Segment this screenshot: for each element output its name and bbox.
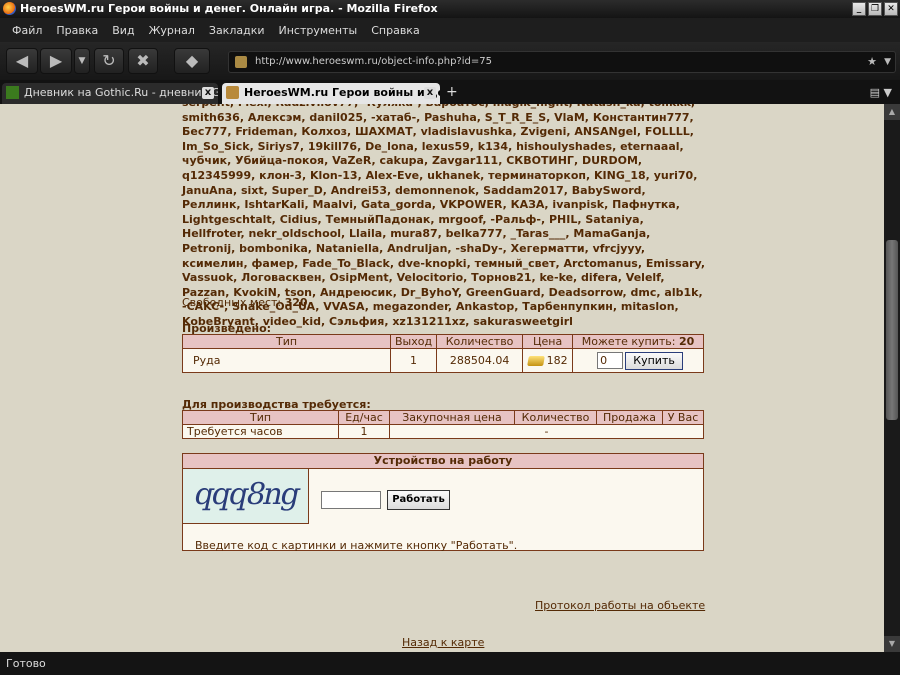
- tab-bar: Дневник на Gothic.Ru - дневник Ghost... …: [0, 80, 900, 104]
- job-title: Устройство на работу: [183, 454, 703, 469]
- arrow-left-icon: ◀: [15, 51, 29, 70]
- bookmark-star-icon[interactable]: ★: [867, 52, 877, 72]
- column-header: У Вас: [662, 410, 704, 425]
- back-button[interactable]: ◀: [6, 48, 38, 74]
- requirement-rest: -: [389, 424, 704, 439]
- home-button[interactable]: ◆: [174, 48, 210, 74]
- new-tab-button[interactable]: +: [446, 84, 458, 100]
- gold-icon: [526, 356, 545, 366]
- price-cell: 182: [522, 348, 574, 373]
- close-tab-icon[interactable]: x: [424, 87, 436, 99]
- captcha-code-input[interactable]: [321, 491, 381, 509]
- column-header: Тип: [182, 334, 391, 349]
- menu-history[interactable]: Журнал: [149, 24, 195, 37]
- free-places-value: 320: [284, 296, 308, 309]
- window-title: HeroesWM.ru Герои войны и денег. Онлайн …: [20, 2, 438, 15]
- gothic-favicon-icon: [6, 86, 19, 99]
- tab-label: Дневник на Gothic.Ru - дневник Ghost...: [24, 86, 218, 99]
- buy-quantity-input[interactable]: 0: [597, 352, 624, 369]
- job-hint: Введите код с картинки и нажмите кнопку …: [195, 539, 518, 552]
- work-button[interactable]: Работать: [387, 490, 450, 510]
- close-tab-icon[interactable]: x: [202, 87, 214, 99]
- tab-list-button[interactable]: ▤ ▼: [870, 86, 892, 99]
- resource-type: Руда: [182, 348, 391, 373]
- column-header: Продажа: [596, 410, 663, 425]
- table-row: Руда 1 288504.04 182 0 Купить: [182, 348, 704, 373]
- scroll-up-icon[interactable]: ▲: [884, 104, 900, 120]
- status-bar: Готово: [0, 652, 900, 675]
- price-value: 182: [546, 354, 568, 367]
- captcha-text: qqq8ng: [191, 477, 302, 512]
- can-buy-value: 20: [678, 335, 695, 348]
- produced-table: Тип Выход Количество Цена Можете купить:…: [182, 334, 704, 373]
- url-dropdown-icon[interactable]: ▼: [884, 52, 891, 72]
- column-header: Закупочная цена: [389, 410, 515, 425]
- column-header: Тип: [182, 410, 339, 425]
- tab-gothic[interactable]: Дневник на Gothic.Ru - дневник Ghost... …: [2, 83, 218, 104]
- maximize-button[interactable]: ❐: [868, 2, 882, 16]
- menu-help[interactable]: Справка: [371, 24, 419, 37]
- required-table: Тип Ед/час Закупочная цена Количество Пр…: [182, 410, 704, 439]
- site-favicon-icon: [235, 56, 247, 68]
- quantity-value: 288504.04: [436, 348, 524, 373]
- vertical-scrollbar[interactable]: ▲ ▼: [884, 104, 900, 652]
- job-panel: Устройство на работу qqq8ng Работать Вве…: [182, 453, 704, 552]
- requirement-type: Требуется часов: [182, 424, 339, 439]
- home-icon: ◆: [185, 51, 199, 70]
- tab-heroeswm[interactable]: HeroesWM.ru Герои войны и де... x: [222, 83, 440, 104]
- column-header: Количество: [436, 334, 524, 349]
- captcha-image: qqq8ng: [183, 469, 309, 524]
- menu-file[interactable]: Файл: [12, 24, 42, 37]
- page-content: serpent, Flexi, Radzivilov77, -Куляка-, …: [0, 104, 884, 652]
- back-to-map-link[interactable]: Назад к карте: [402, 636, 484, 649]
- firefox-icon: [3, 2, 16, 15]
- chevron-down-icon: ▼: [78, 56, 86, 66]
- heroeswm-favicon-icon: [226, 86, 239, 99]
- scroll-down-icon[interactable]: ▼: [884, 636, 900, 652]
- navigation-bar: ◀ ▶ ▼ ↻ ✖ ◆ http://www.heroeswm.ru/objec…: [0, 42, 900, 80]
- free-places: Свободных мест: 320: [182, 296, 308, 309]
- column-header: Выход: [389, 334, 438, 349]
- menu-view[interactable]: Вид: [112, 24, 134, 37]
- address-bar[interactable]: http://www.heroeswm.ru/object-info.php?i…: [228, 51, 896, 73]
- close-window-button[interactable]: ✕: [884, 2, 898, 16]
- window-controls: _ ❐ ✕: [852, 2, 898, 16]
- forward-button[interactable]: ▶: [40, 48, 72, 74]
- scrollbar-thumb[interactable]: [886, 240, 898, 420]
- column-header: Ед/час: [338, 410, 390, 425]
- column-header: Количество: [514, 410, 597, 425]
- free-places-label: Свободных мест:: [182, 296, 282, 309]
- output-value: 1: [389, 348, 438, 373]
- column-header: Цена: [522, 334, 574, 349]
- buy-button[interactable]: Купить: [625, 351, 684, 370]
- buy-cell: 0 Купить: [572, 348, 704, 373]
- tab-label: HeroesWM.ru Герои войны и де...: [244, 86, 440, 99]
- arrow-right-icon: ▶: [49, 51, 63, 70]
- title-bar: HeroesWM.ru Герои войны и денег. Онлайн …: [0, 0, 900, 18]
- menu-edit[interactable]: Правка: [56, 24, 98, 37]
- history-dropdown-button[interactable]: ▼: [74, 48, 90, 74]
- stop-button[interactable]: ✖: [128, 48, 158, 74]
- stop-icon: ✖: [136, 51, 150, 70]
- minimize-button[interactable]: _: [852, 2, 866, 16]
- url-text: http://www.heroeswm.ru/object-info.php?i…: [255, 56, 492, 67]
- menu-bookmarks[interactable]: Закладки: [209, 24, 265, 37]
- reload-icon: ↻: [102, 51, 116, 70]
- table-row: Требуется часов 1 -: [182, 424, 704, 439]
- work-log-link[interactable]: Протокол работы на объекте: [535, 599, 705, 612]
- per-hour-value: 1: [338, 424, 390, 439]
- column-header: Можете купить: 20: [572, 334, 704, 349]
- status-text: Готово: [6, 657, 46, 670]
- menu-bar: Файл Правка Вид Журнал Закладки Инструме…: [0, 18, 900, 42]
- reload-button[interactable]: ↻: [94, 48, 124, 74]
- menu-tools[interactable]: Инструменты: [279, 24, 358, 37]
